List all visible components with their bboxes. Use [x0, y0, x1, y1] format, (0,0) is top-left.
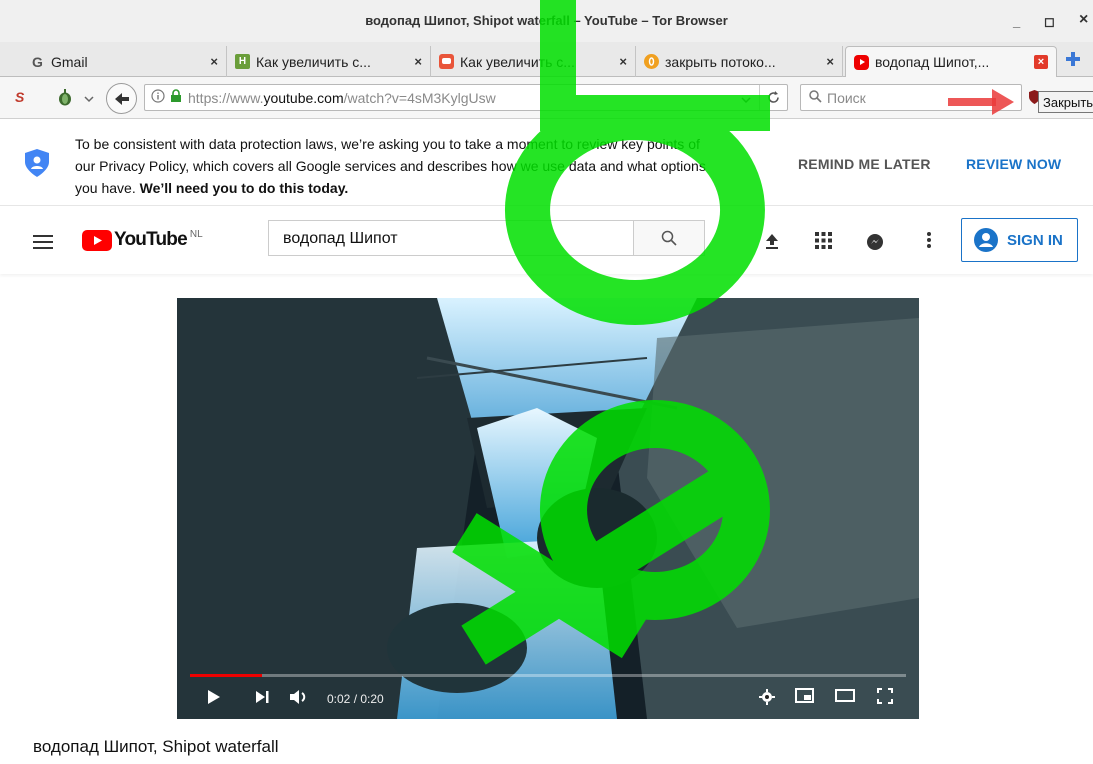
back-button[interactable]	[106, 83, 137, 114]
volume-icon[interactable]	[289, 689, 309, 710]
reload-button[interactable]	[759, 85, 787, 110]
chevron-down-icon[interactable]	[741, 91, 751, 107]
player-controls: 0:02 / 0:20	[177, 671, 919, 719]
window-titlebar: водопад Шипот, Shipot waterfall – YouTub…	[0, 0, 1093, 42]
tab-vodopad-shipot[interactable]: водопад Шипот,... ×	[845, 46, 1057, 77]
youtube-icon	[854, 54, 869, 70]
tab-close-icon[interactable]: ×	[210, 54, 218, 69]
close-tooltip: Закрыть	[1038, 91, 1093, 113]
search-placeholder: Поиск	[827, 89, 866, 106]
more-options-icon[interactable]	[927, 232, 931, 253]
url-text: https://www.youtube.com/watch?v=4sM3Kylg…	[188, 90, 496, 106]
youtube-search-button[interactable]	[633, 220, 705, 256]
tab-label: Как увеличить с...	[256, 53, 371, 70]
minimize-button[interactable]: _	[1013, 14, 1020, 29]
upload-icon[interactable]	[764, 233, 780, 254]
info-icon[interactable]	[151, 89, 165, 106]
tab-zakryt-potoko[interactable]: закрыть потоко... ×	[636, 46, 843, 77]
privacy-shield-icon	[24, 148, 50, 183]
waterfall-scene	[177, 298, 919, 719]
sign-in-button[interactable]: SIGN IN	[961, 218, 1078, 262]
site-icon: H	[235, 54, 250, 69]
review-now-button[interactable]: REVIEW NOW	[966, 156, 1061, 172]
close-window-button[interactable]: ×	[1079, 11, 1088, 29]
privacy-line-3-text: you have.	[75, 180, 140, 196]
arrow-left-icon	[114, 92, 129, 105]
tab-close-icon[interactable]: ×	[414, 54, 422, 69]
play-icon[interactable]	[207, 689, 221, 710]
settings-gear-icon[interactable]	[759, 689, 775, 710]
account-icon	[974, 228, 998, 252]
tor-onion-icon[interactable]	[57, 88, 73, 111]
search-icon	[661, 230, 677, 246]
tab-close-icon[interactable]: ×	[826, 54, 834, 69]
miniplayer-icon[interactable]	[795, 688, 814, 708]
tab-kak-uvelichit-1[interactable]: H Как увеличить с... ×	[227, 46, 431, 77]
lock-icon	[170, 89, 182, 106]
privacy-deadline: We’ll need you to do this today.	[139, 180, 349, 196]
chevron-down-icon[interactable]	[84, 90, 94, 108]
fullscreen-icon[interactable]	[877, 688, 893, 709]
video-title: водопад Шипот, Shipot waterfall	[33, 737, 279, 756]
privacy-line-1: To be consistent with data protection la…	[75, 136, 700, 152]
chat-icon	[439, 54, 454, 69]
youtube-play-logo-icon	[82, 229, 112, 251]
region-code: NL	[189, 229, 203, 240]
tab-gmail[interactable]: G Gmail ×	[22, 46, 227, 77]
privacy-line-3: you have. We’ll need you to do this toda…	[75, 177, 775, 199]
search-icon	[809, 89, 822, 106]
youtube-search-input[interactable]: водопад Шипот	[268, 220, 634, 256]
window-title: водопад Шипот, Shipot waterfall – YouTub…	[365, 13, 728, 28]
maximize-button[interactable]: ◻	[1044, 14, 1055, 30]
red-arrow-annotation-icon	[948, 87, 1018, 122]
tab-strip: G Gmail × H Как увеличить с... × Как уве…	[0, 42, 1093, 77]
tab-label: закрыть потоко...	[665, 53, 776, 70]
youtube-wordmark: YouTube	[114, 229, 188, 250]
apps-grid-icon[interactable]	[815, 232, 832, 254]
time-display: 0:02 / 0:20	[327, 692, 384, 706]
opera-icon	[644, 54, 659, 69]
youtube-header: YouTube NL водопад Шипот SIGN IN	[0, 206, 1093, 274]
youtube-logo[interactable]: YouTube NL	[82, 229, 203, 251]
tab-label: Как увеличить с...	[460, 53, 575, 70]
url-prefix: https://www.	[188, 89, 264, 106]
url-domain: youtube.com	[263, 89, 344, 106]
privacy-message: To be consistent with data protection la…	[75, 133, 775, 199]
tab-close-icon[interactable]: ×	[619, 54, 627, 69]
privacy-line-2: our Privacy Policy, which covers all Goo…	[75, 158, 706, 174]
messages-icon[interactable]	[866, 233, 884, 256]
tab-label: водопад Шипот,...	[875, 54, 990, 70]
url-bar[interactable]: https://www.youtube.com/watch?v=4sM3Kylg…	[144, 84, 788, 111]
new-tab-icon[interactable]	[1065, 51, 1081, 72]
video-player[interactable]: 0:02 / 0:20	[177, 298, 919, 719]
tab-kak-uvelichit-2[interactable]: Как увеличить с... ×	[431, 46, 636, 77]
sign-in-label: SIGN IN	[1007, 231, 1063, 249]
menu-icon[interactable]	[33, 235, 53, 254]
theater-mode-icon[interactable]	[835, 689, 855, 707]
tab-label: Gmail	[51, 53, 88, 70]
reload-icon	[768, 91, 779, 103]
navigation-toolbar: S https://www.youtube.com/watch?v=4sM3Ky…	[0, 77, 1093, 119]
url-path: /watch?v=4sM3KylgUsw	[343, 89, 496, 106]
privacy-banner: To be consistent with data protection la…	[0, 120, 1093, 206]
google-icon: G	[32, 53, 43, 70]
noscript-icon[interactable]: S	[15, 89, 24, 105]
remind-me-later-button[interactable]: REMIND ME LATER	[798, 156, 931, 172]
tab-close-icon[interactable]: ×	[1034, 55, 1048, 69]
next-icon[interactable]	[255, 690, 269, 709]
